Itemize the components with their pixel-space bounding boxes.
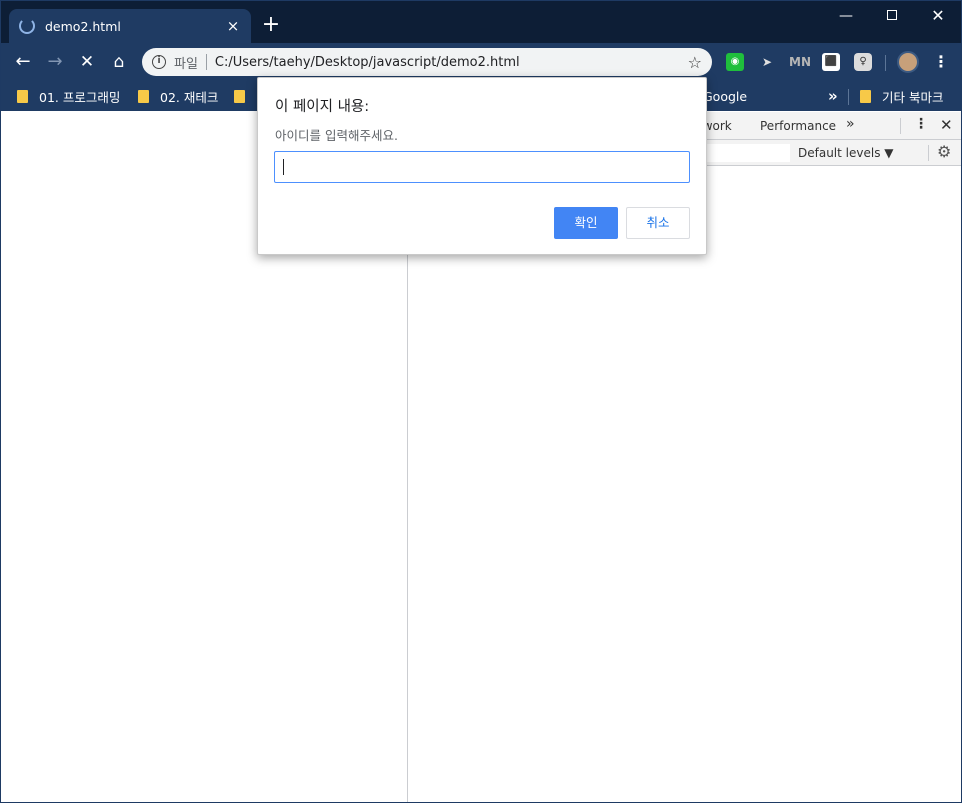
tab-performance[interactable]: Performance	[760, 119, 836, 133]
folder-icon	[234, 89, 245, 103]
bookmark-label: 01. 프로그래밍	[39, 89, 121, 105]
bookmark-google[interactable]: Google	[703, 87, 747, 105]
dialog-title: 이 페이지 내용:	[275, 99, 370, 115]
bulb-extension-icon[interactable]: ♀	[854, 53, 872, 71]
bookmark-folder-hidden[interactable]	[234, 87, 256, 105]
bookmarks-overflow-icon[interactable]: »	[828, 87, 838, 105]
home-button[interactable]: ⌂	[107, 51, 131, 73]
log-levels-dropdown[interactable]: Default levels ▼	[798, 146, 894, 160]
address-bar[interactable]: i 파일 C:/Users/taehy/Desktop/javascript/d…	[142, 48, 712, 76]
back-button[interactable]: ←	[11, 51, 35, 73]
console-filter-input[interactable]	[706, 144, 790, 162]
new-tab-button[interactable]: +	[259, 13, 283, 37]
bookmark-folder-programming[interactable]: 01. 프로그래밍	[17, 87, 120, 105]
bookmark-folder-other[interactable]: 기타 북마크	[860, 87, 943, 105]
mn-extension-icon[interactable]: MN	[789, 53, 811, 71]
devtools-separator	[900, 118, 901, 134]
tab-demo2[interactable]: demo2.html ×	[9, 9, 251, 43]
browser-window: demo2.html × + — ✕ ← → ✕ ⌂ i 파일 C:/Users…	[0, 0, 962, 803]
toolbar-separator	[885, 55, 886, 71]
bookmarks-separator	[848, 89, 849, 105]
maximize-button[interactable]	[869, 5, 915, 27]
bookmark-folder-finance[interactable]: 02. 재테크	[138, 87, 218, 105]
folder-icon	[17, 89, 28, 103]
gear-icon[interactable]: ⚙	[937, 142, 951, 161]
devtools-menu-icon[interactable]: ⋮	[914, 116, 928, 132]
profile-avatar[interactable]	[897, 51, 919, 73]
tab-title: demo2.html	[45, 18, 121, 34]
minimize-button[interactable]: —	[823, 5, 869, 27]
tab-close-icon[interactable]: ×	[225, 17, 241, 35]
prompt-input[interactable]	[274, 151, 690, 183]
blue-doc-extension-icon[interactable]: ⬛	[822, 53, 840, 71]
browser-menu-icon[interactable]: ⋮	[933, 51, 949, 73]
dialog-message: 아이디를 입력해주세요.	[275, 128, 398, 143]
bookmark-star-icon[interactable]: ☆	[688, 53, 702, 72]
maximize-icon	[887, 10, 897, 20]
more-tabs-icon[interactable]: »	[846, 116, 855, 132]
text-caret	[283, 159, 284, 175]
cursor-extension-icon[interactable]: ➤	[758, 53, 776, 71]
toolbar: ← → ✕ ⌂ i 파일 C:/Users/taehy/Desktop/java…	[1, 43, 961, 81]
cancel-button[interactable]: 취소	[626, 207, 690, 239]
stop-loading-button[interactable]: ✕	[75, 51, 99, 73]
info-icon[interactable]: i	[152, 55, 166, 69]
url-text[interactable]: C:/Users/taehy/Desktop/javascript/demo2.…	[215, 55, 688, 70]
prompt-dialog: 이 페이지 내용: 아이디를 입력해주세요. 확인 취소	[257, 77, 707, 255]
folder-icon	[860, 89, 871, 103]
bookmark-label: 기타 북마크	[882, 89, 944, 105]
devtools-close-icon[interactable]: ✕	[940, 116, 953, 134]
forward-button[interactable]: →	[43, 51, 67, 73]
bookmark-label: 02. 재테크	[160, 89, 219, 105]
omnibox-separator	[205, 54, 207, 70]
green-camera-extension-icon[interactable]: ◉	[726, 53, 744, 71]
ok-button[interactable]: 확인	[554, 207, 618, 239]
window-close-button[interactable]: ✕	[915, 5, 961, 27]
filter-separator	[928, 145, 929, 161]
file-scheme-label: 파일	[174, 56, 198, 72]
title-bar: demo2.html × + — ✕	[1, 1, 961, 43]
folder-icon	[138, 89, 149, 103]
loading-spinner-icon	[19, 18, 35, 34]
